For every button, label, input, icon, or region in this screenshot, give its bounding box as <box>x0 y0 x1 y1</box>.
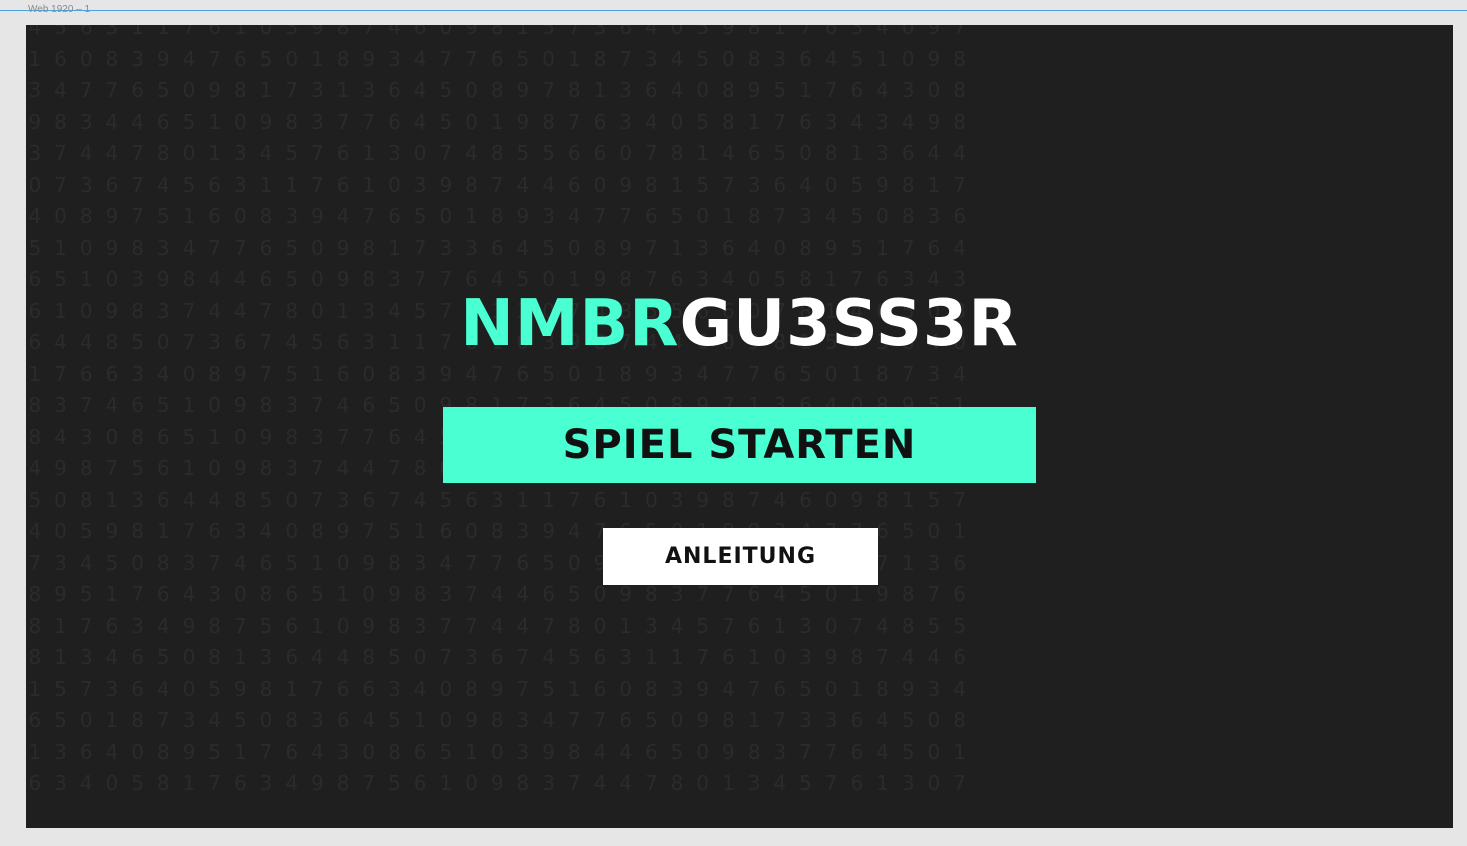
artboard-label: Web 1920 – 1 <box>28 4 91 15</box>
background-digit-row: 8176349875610983774478013457613074855 <box>28 613 966 638</box>
background-digit-row: 3477650981731364508978136408951764308 <box>28 78 966 102</box>
artboard-guide-line <box>0 10 1467 11</box>
title-rest: GU3SS3R <box>679 287 1019 361</box>
background-digit-row: 6340581763498756109837447801345761307 <box>28 771 966 795</box>
background-digit-row: 1364089517643086510398446509837764501 <box>28 739 966 764</box>
start-game-button[interactable]: SPIEL STARTEN <box>443 407 1036 483</box>
background-digit-row: 5081364485073674563117610398746098157 <box>28 487 966 512</box>
title-accent: NMBR <box>460 287 680 361</box>
background-digit-row: 3744780134576130748556607814650813644 <box>28 141 966 165</box>
background-digit-row: 6501873450836451098347765098173364508 <box>28 708 966 732</box>
game-title: NMBRGU3SS3R <box>26 288 1453 360</box>
background-digit-row: 9834465109837764501987634058176343498 <box>28 109 966 134</box>
background-digit-row: 8134650813644850736745631176103987446 <box>28 645 966 669</box>
background-digit-row: 1766340897516083947650189347765018734 <box>28 361 966 386</box>
artboard: 4563117610398746098157364059817634097 160… <box>26 25 1453 828</box>
background-digit-row: 4089751608394765018934776501873450836 <box>28 204 966 228</box>
instructions-button[interactable]: ANLEITUNG <box>603 528 878 585</box>
background-digit-row: 1573640598176634089751608394765018934 <box>28 676 966 701</box>
background-digit-row: 8951764308651098374465098377645019876 <box>28 582 966 606</box>
background-digit-row: 0736745631176103987446098157364059817 <box>28 172 966 197</box>
background-digit-row: 4563117610398746098157364059817634097 <box>28 25 966 39</box>
background-digit-row: 1608394765018934776501873450836451098 <box>28 46 966 71</box>
background-digit-row: 5109834776509817336450897136408951764 <box>28 235 966 260</box>
